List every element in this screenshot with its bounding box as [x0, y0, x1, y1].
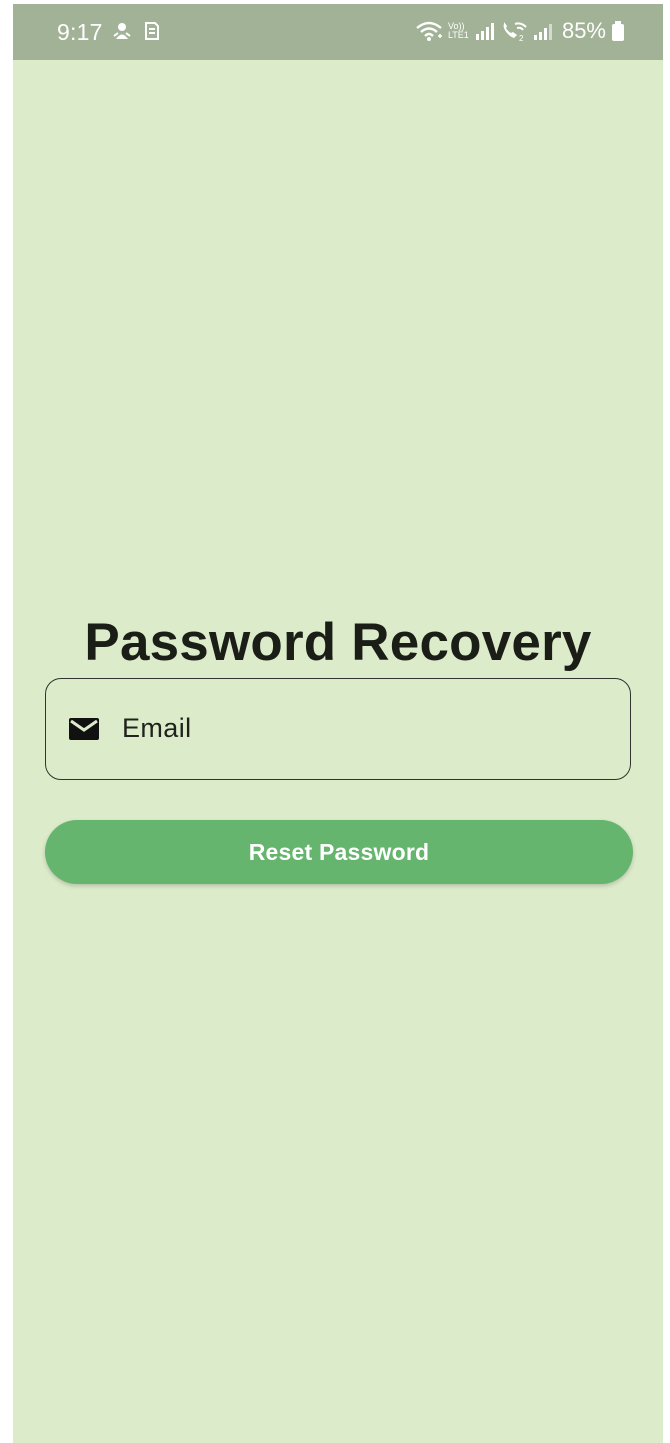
page-title: Password Recovery: [84, 612, 592, 672]
status-time: 9:17: [57, 19, 103, 45]
svg-text:2: 2: [519, 34, 524, 42]
signal-icon: [533, 24, 552, 40]
status-right-icons: Vo)) LTE1 2 85%: [415, 19, 625, 43]
status-bar: 9:17 Vo)) LTE1 2 85%: [13, 4, 663, 60]
password-recovery-screen: 9:17 Vo)) LTE1 2 85% Password Recovery E…: [13, 4, 663, 1443]
wifi-calling-icon: 2: [503, 22, 527, 42]
status-left-icons: [113, 21, 161, 41]
sim-icon: [145, 22, 159, 40]
battery-icon: [612, 21, 624, 41]
wifi-icon: [416, 21, 442, 41]
lte-label: LTE1: [447, 30, 469, 40]
signal-icon: [475, 23, 494, 40]
email-placeholder: Email: [122, 713, 192, 743]
notification-icon: [113, 23, 131, 39]
mail-icon: [69, 718, 99, 740]
reset-password-button[interactable]: Reset Password: [45, 820, 633, 884]
battery-percentage: 85%: [561, 18, 606, 43]
email-field[interactable]: Email: [45, 678, 631, 780]
volte-lte-icon: Vo)) LTE1: [448, 22, 470, 40]
